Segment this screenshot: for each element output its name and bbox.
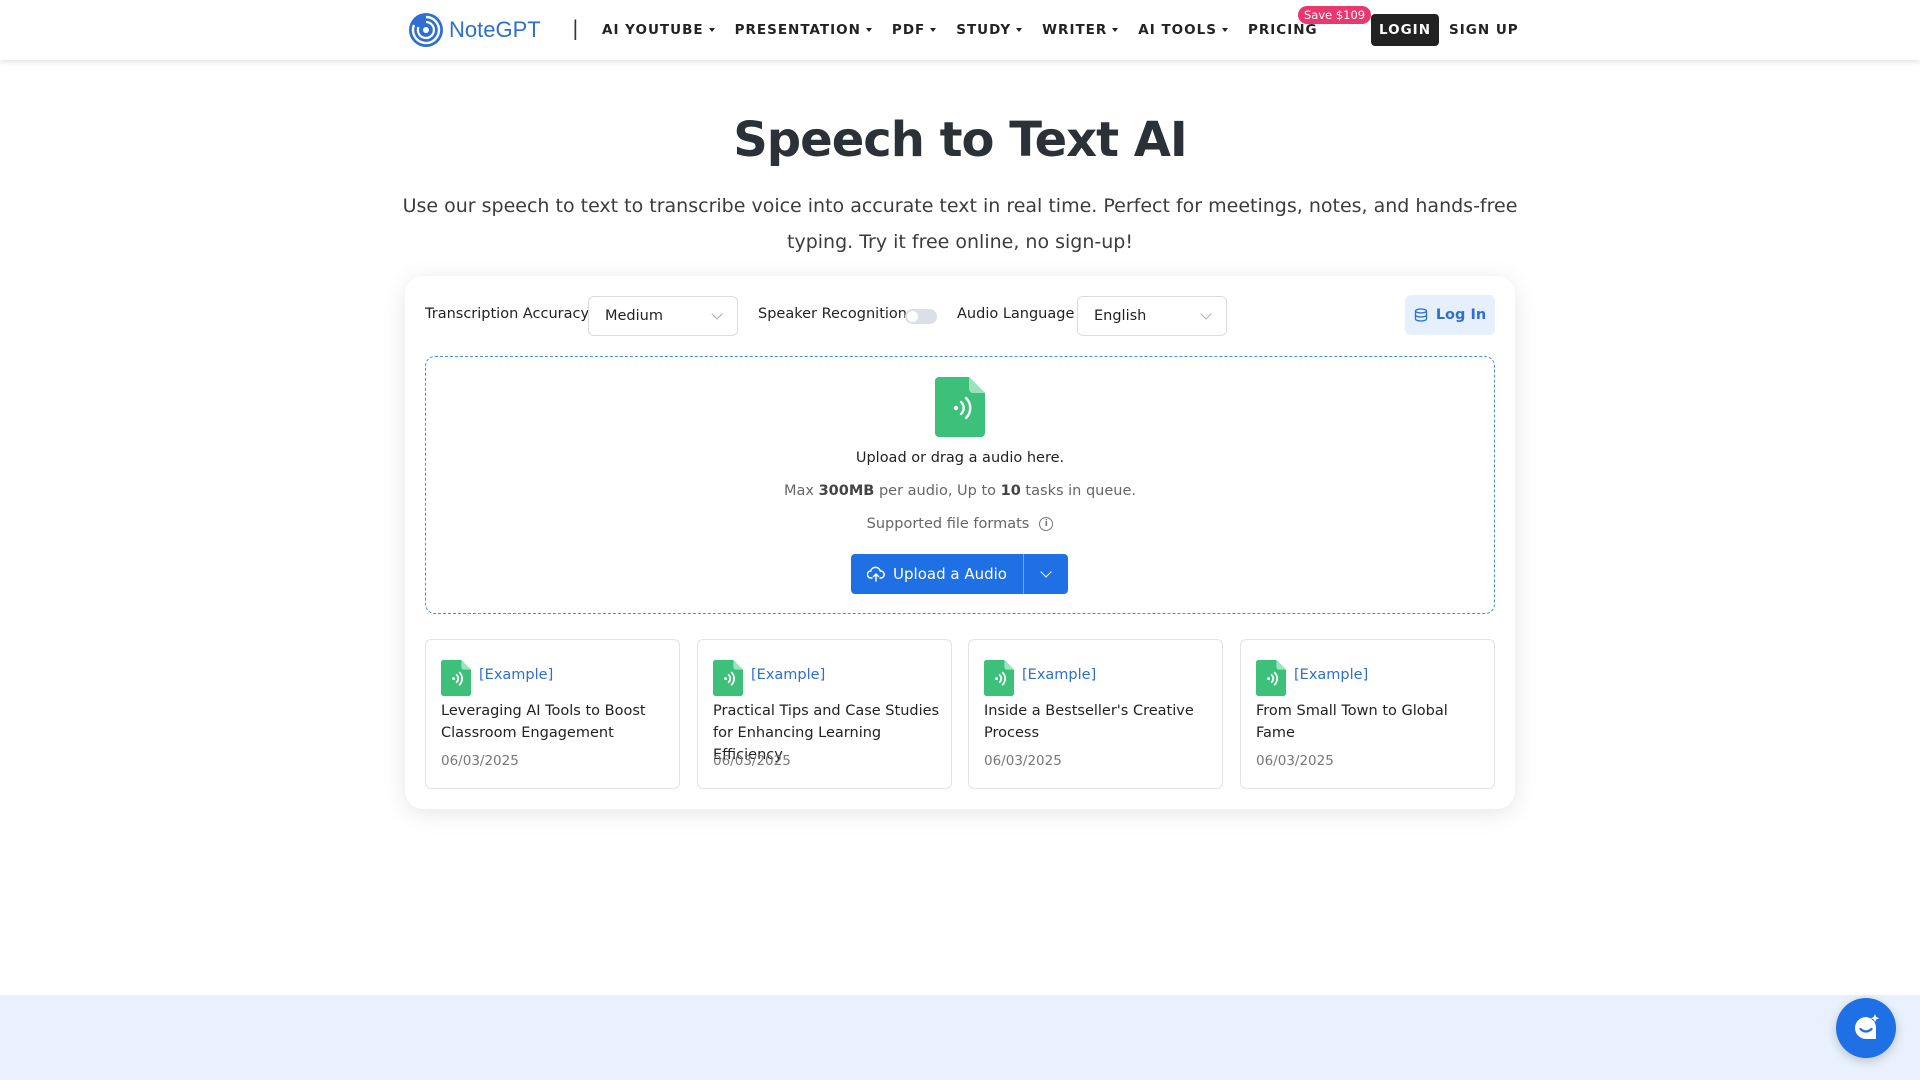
nav-label: PDF bbox=[891, 22, 926, 38]
supported-formats-label: Supported file formats bbox=[866, 516, 1030, 532]
save-badge: Save $109 bbox=[1297, 6, 1372, 24]
caret-down-icon bbox=[708, 28, 715, 32]
example-card[interactable]: [Example] Inside a Bestseller's Creative… bbox=[968, 639, 1223, 789]
example-date: 06/03/2025 bbox=[984, 753, 1062, 769]
audio-language-label: Audio Language bbox=[957, 306, 1075, 322]
upload-audio-label: Upload a Audio bbox=[893, 565, 1007, 583]
chat-assistant-icon bbox=[1855, 1014, 1880, 1039]
nav-label: PRESENTATION bbox=[734, 22, 861, 38]
accuracy-value: Medium bbox=[605, 308, 663, 324]
example-date: 06/03/2025 bbox=[1256, 753, 1334, 769]
audio-language-select[interactable]: English bbox=[1077, 296, 1227, 336]
nav-item-presentation[interactable]: PRESENTATION bbox=[735, 22, 872, 38]
chat-assistant-button[interactable] bbox=[1836, 998, 1896, 1058]
supported-formats: Supported file formats i bbox=[426, 516, 1494, 532]
main-nav: AI YOUTUBE PRESENTATION PDF STUDY WRITER… bbox=[602, 0, 1372, 60]
swirl-logo-icon bbox=[409, 13, 443, 47]
nav-item-ai-tools[interactable]: AI TOOLS bbox=[1138, 22, 1228, 38]
caret-down-icon bbox=[930, 28, 937, 32]
audio-file-icon bbox=[713, 660, 743, 696]
max-tasks: 10 bbox=[1000, 483, 1021, 499]
example-card[interactable]: [Example] Practical Tips and Case Studie… bbox=[697, 639, 952, 789]
audio-file-icon bbox=[1256, 660, 1286, 696]
database-icon bbox=[1414, 308, 1427, 322]
brand-name: NoteGPT bbox=[449, 17, 541, 42]
example-tag: [Example] bbox=[1294, 667, 1369, 683]
audio-file-icon bbox=[984, 660, 1014, 696]
cloud-upload-icon bbox=[867, 566, 885, 582]
nav-label: STUDY bbox=[956, 22, 1012, 38]
audio-language-value: English bbox=[1094, 308, 1147, 324]
caret-down-icon bbox=[1112, 28, 1119, 32]
limits-suffix: tasks in queue. bbox=[1020, 483, 1136, 499]
limits-mid: per audio, Up to bbox=[874, 483, 1001, 499]
nav-item-ai-youtube[interactable]: AI YOUTUBE bbox=[602, 22, 715, 38]
example-title: Leveraging AI Tools to Boost Classroom E… bbox=[441, 703, 646, 741]
audio-file-icon bbox=[441, 660, 471, 696]
footer-band bbox=[0, 995, 1920, 1080]
upload-limits: Max 300MB per audio, Up to 10 tasks in q… bbox=[426, 483, 1494, 499]
nav-item-writer[interactable]: WRITER bbox=[1042, 22, 1119, 38]
example-title: From Small Town to Global Fame bbox=[1256, 703, 1448, 741]
caret-down-icon bbox=[865, 28, 872, 32]
nav-item-pricing[interactable]: PRICING Save $109 bbox=[1247, 6, 1372, 38]
chevron-down-icon bbox=[1040, 566, 1052, 578]
upload-options-dropdown[interactable] bbox=[1023, 554, 1068, 594]
nav-label: AI TOOLS bbox=[1138, 22, 1217, 38]
example-list: [Example] Leveraging AI Tools to Boost C… bbox=[425, 639, 1495, 789]
page-title: Speech to Text AI bbox=[733, 112, 1188, 168]
speaker-recognition-toggle[interactable] bbox=[905, 309, 937, 324]
nav-label: AI YOUTUBE bbox=[602, 22, 704, 38]
upload-audio-button[interactable]: Upload a Audio bbox=[851, 554, 1023, 594]
example-card[interactable]: [Example] From Small Town to Global Fame… bbox=[1240, 639, 1495, 789]
login-button[interactable]: LOGIN bbox=[1371, 14, 1439, 46]
limits-prefix: Max bbox=[784, 483, 819, 499]
top-navbar: NoteGPT | AI YOUTUBE PRESENTATION PDF ST… bbox=[0, 0, 1920, 60]
accuracy-label: Transcription Accuracy bbox=[425, 306, 590, 322]
upload-button-group: Upload a Audio bbox=[851, 554, 1068, 594]
page-subtitle: Use our speech to text to transcribe voi… bbox=[402, 195, 1518, 253]
accuracy-select[interactable]: Medium bbox=[588, 296, 738, 336]
info-icon[interactable]: i bbox=[1039, 517, 1054, 531]
nav-item-study[interactable]: STUDY bbox=[956, 22, 1023, 38]
card-login-button[interactable]: Log In bbox=[1405, 295, 1495, 335]
transcription-card: Transcription Accuracy Medium Speaker Re… bbox=[405, 276, 1515, 809]
dropzone-instructions: Upload or drag a audio here. bbox=[855, 450, 1065, 466]
example-card[interactable]: [Example] Leveraging AI Tools to Boost C… bbox=[425, 639, 680, 789]
speaker-recognition-label: Speaker Recognition bbox=[758, 306, 907, 322]
nav-label: PRICING bbox=[1247, 22, 1318, 38]
example-date: 06/03/2025 bbox=[713, 753, 791, 769]
brand-logo[interactable]: NoteGPT bbox=[408, 12, 541, 48]
nav-label: WRITER bbox=[1042, 22, 1108, 38]
caret-down-icon bbox=[1221, 28, 1228, 32]
max-size: 300MB bbox=[818, 483, 875, 499]
example-tag: [Example] bbox=[751, 667, 826, 683]
chevron-down-icon bbox=[1200, 308, 1212, 320]
card-login-label: Log In bbox=[1435, 307, 1487, 323]
example-tag: [Example] bbox=[1022, 667, 1097, 683]
signup-button[interactable]: SIGN UP bbox=[1449, 14, 1519, 46]
example-tag: [Example] bbox=[479, 667, 554, 683]
nav-separator: | bbox=[572, 16, 579, 40]
nav-item-pdf[interactable]: PDF bbox=[891, 22, 937, 38]
audio-dropzone[interactable]: Upload or drag a audio here. Max 300MB p… bbox=[425, 356, 1495, 614]
audio-file-icon bbox=[935, 377, 985, 437]
caret-down-icon bbox=[1016, 28, 1023, 32]
example-title: Inside a Bestseller's Creative Process bbox=[984, 703, 1194, 741]
chevron-down-icon bbox=[711, 308, 723, 320]
example-date: 06/03/2025 bbox=[441, 753, 519, 769]
